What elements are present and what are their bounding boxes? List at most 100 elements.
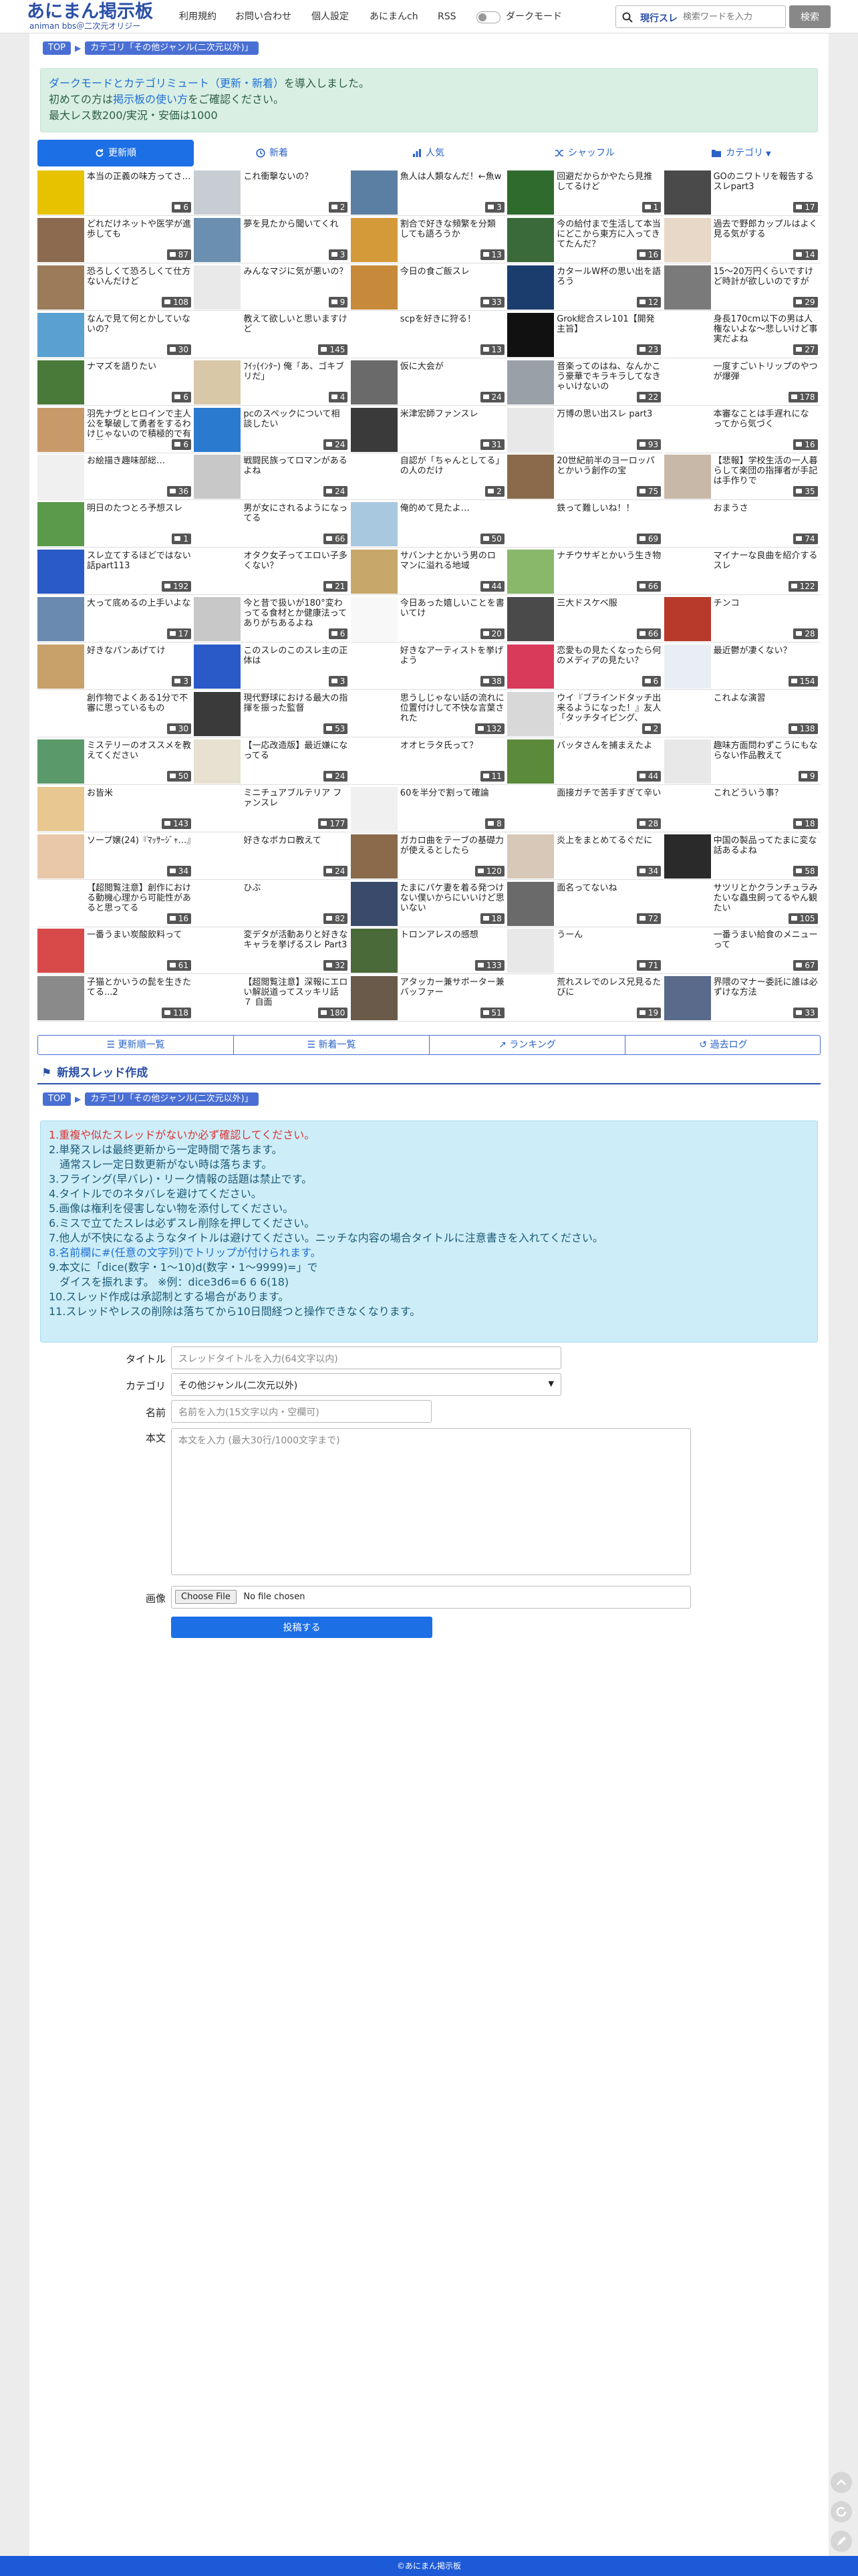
breadcrumb-category-2[interactable]: カテゴリ「その他ジャンル(二次元以外)」 [85, 1092, 259, 1106]
thread-card[interactable]: pcのスペックについて相談したい 24 [194, 406, 351, 453]
thread-card[interactable]: サバンナとかいう男のロマンに溢れる地域 44 [350, 548, 507, 596]
thread-card[interactable]: 一度すごいトリップのやつが爆弾 178 [664, 358, 821, 406]
thread-thumbnail[interactable] [194, 455, 241, 499]
thread-thumbnail[interactable] [507, 645, 555, 689]
thread-title[interactable]: スレ立てするほどではない話part113 [87, 551, 191, 582]
thread-title[interactable]: 今日の食ご飯スレ [400, 267, 505, 298]
thread-thumbnail[interactable] [507, 550, 555, 594]
thread-title[interactable]: ミステリーのオススメを教えてください [87, 741, 191, 772]
thread-card[interactable]: どれだけネットや医学が進歩しても 87 [37, 216, 194, 263]
thread-thumbnail[interactable] [37, 550, 84, 594]
thread-card[interactable]: 面名ってないね 72 [507, 880, 664, 927]
thread-card[interactable]: お皆米 143 [37, 785, 194, 832]
thread-title[interactable]: 子猫とかいうの髭を生きたてる...2 [87, 977, 191, 1008]
thread-title[interactable]: 夢を見たから聞いてくれ [243, 219, 347, 250]
thread-thumbnail[interactable] [194, 502, 241, 547]
thread-title[interactable]: これどういう事？ [714, 788, 818, 819]
thread-card[interactable]: 思うしじゃない話の流れに位置付けして不快な言葉された 132 [350, 690, 507, 737]
thread-card[interactable]: マイナーな良曲を紹介するスレ 122 [664, 548, 821, 596]
thread-title[interactable]: 一番うまい給食のメニューって [714, 930, 818, 961]
thread-card[interactable]: 15〜20万円くらいですけど時計が欲しいのですが 29 [664, 263, 821, 311]
thread-card[interactable]: 自認が「ちゃんとしてる」の人のだけ 2 [350, 453, 507, 501]
thread-title[interactable]: 明日のたつとろ予想スレ [87, 503, 191, 534]
thread-card[interactable]: トロンアレスの感想 133 [350, 927, 507, 975]
thread-thumbnail[interactable] [37, 976, 84, 1021]
thread-card[interactable]: たまにパケ妻を着る発つけない僕いからにいいけど思いない 18 [350, 880, 507, 927]
thread-card[interactable]: これ衝撃ないの？ 2 [194, 169, 351, 216]
nav-animanch[interactable]: あにまんch [370, 0, 418, 33]
thread-card[interactable]: ﾌｲｯ(ｲﾝﾀｰ) 俺「あ、ゴキブリだ」 4 [194, 358, 351, 406]
thread-thumbnail[interactable] [194, 170, 241, 215]
thread-thumbnail[interactable] [37, 786, 84, 831]
thread-card[interactable]: 恐ろしくて恐ろしくて仕方ないんだけど 108 [37, 263, 194, 311]
thread-card[interactable]: 鉄って難しいね！！ 69 [507, 501, 664, 548]
thread-card[interactable]: オオヒラタ氏って？ 11 [350, 737, 507, 785]
thread-card[interactable]: 荒れスレでのレス兄見るたびに 19 [507, 975, 664, 1022]
thread-title[interactable]: 男が女にされるようになってる [243, 503, 347, 534]
thread-card[interactable]: 過去で野郎カップルはよく見る気がする 14 [664, 216, 821, 263]
nav-rss[interactable]: RSS [438, 0, 456, 33]
search-button[interactable]: 検索 [789, 5, 831, 28]
thread-thumbnail[interactable] [350, 976, 398, 1021]
thread-card[interactable]: 面接ガチで苦手すぎて辛い 28 [507, 785, 664, 832]
thread-title[interactable]: 趣味方面問わずこうにもならない作品教えて [714, 741, 818, 772]
thread-thumbnail[interactable] [664, 265, 711, 310]
thread-title[interactable]: 身長170cm以下の男は人権ないよな〜悲しいけど事実だよね [714, 314, 818, 345]
thread-thumbnail[interactable] [37, 312, 84, 357]
thread-title[interactable]: 回避だからかやたら見推してるけど [557, 172, 661, 203]
breadcrumb-top-2[interactable]: TOP [43, 1092, 72, 1106]
thread-thumbnail[interactable] [350, 455, 398, 499]
thread-thumbnail[interactable] [507, 881, 555, 926]
thread-card[interactable]: カタールW杯の思い出を語ろう 12 [507, 263, 664, 311]
logo-title[interactable]: あにまん掲示板 [27, 2, 174, 22]
thread-title[interactable]: ﾌｲｯ(ｲﾝﾀｰ) 俺「あ、ゴキブリだ」 [243, 362, 347, 392]
thread-card[interactable]: 今と昔で扱いが180°変わってる食材とか健康法ってありがちあるよね 6 [194, 596, 351, 643]
thread-thumbnail[interactable] [194, 834, 241, 879]
title-input[interactable]: スレッドタイトルを入力(64文字以内) [171, 1346, 561, 1369]
thread-title[interactable]: 大って底めるの上手いよな [87, 598, 191, 629]
thread-title[interactable]: 米津宏師ファンスレ [400, 409, 505, 440]
thread-title[interactable]: たまにパケ妻を着る発つけない僕いからにいいけど思いない [400, 883, 505, 914]
thread-title[interactable]: チンコ [714, 598, 818, 629]
thread-title[interactable]: 鉄って難しいね！！ [557, 503, 661, 534]
thread-title[interactable]: 20世紀前半のヨーロッパとかいう創作の宝 [557, 456, 661, 487]
thread-thumbnail[interactable] [664, 550, 711, 594]
thread-title[interactable]: 好きなパンあげてけ [87, 646, 191, 677]
thread-title[interactable]: ひぶ [243, 883, 347, 914]
thread-thumbnail[interactable] [350, 739, 398, 784]
thread-title[interactable]: 好きなアーティストを挙げよう [400, 646, 505, 677]
thread-card[interactable]: チンコ 28 [664, 596, 821, 643]
thread-thumbnail[interactable] [37, 739, 84, 784]
thread-title[interactable]: 一番うまい炭酸飲料って [87, 930, 191, 961]
thread-title[interactable]: 中国の製品ってたまに変な話あるよね [714, 836, 818, 866]
thread-thumbnail[interactable] [350, 929, 398, 973]
thread-card[interactable]: お絵描き趣味部総… 36 [37, 453, 194, 501]
thread-title[interactable]: これ衝撃ないの？ [243, 172, 347, 203]
thread-thumbnail[interactable] [664, 597, 711, 642]
thread-thumbnail[interactable] [194, 597, 241, 642]
thread-thumbnail[interactable] [507, 597, 555, 642]
thread-title[interactable]: 60を半分で割って確論 [400, 788, 505, 819]
thread-card[interactable]: スレ立てするほどではない話part113 192 [37, 548, 194, 596]
thread-thumbnail[interactable] [507, 739, 555, 784]
thread-card[interactable]: 好きなパンあげてけ 3 [37, 643, 194, 690]
thread-thumbnail[interactable] [37, 881, 84, 926]
nav-terms[interactable]: 利用規約 [179, 0, 217, 33]
thread-thumbnail[interactable] [664, 881, 711, 926]
thread-title[interactable]: 過去で野郎カップルはよく見る気がする [714, 219, 818, 250]
thread-card[interactable]: 今の給付まで生活して本当にどこから東方に入ってきてたんだ？ 16 [507, 216, 664, 263]
thread-thumbnail[interactable] [664, 929, 711, 973]
thread-card[interactable]: 回避だからかやたら見推してるけど 1 [507, 169, 664, 216]
thread-card[interactable]: 【超閲覧注意】創作における動機心理から可能性があると思ってる 16 [37, 880, 194, 927]
thread-title[interactable]: ナマズを語りたい [87, 362, 191, 392]
thread-title[interactable]: GOのニワトリを報告するスレpart3 [714, 172, 818, 203]
thread-thumbnail[interactable] [507, 170, 555, 215]
thread-title[interactable]: 恋愛もの見たくなったら何のメディアの見たい？ [557, 646, 661, 677]
thread-card[interactable]: ガカロ曲をテーブの基礎力が使えるとしたら 120 [350, 832, 507, 880]
thread-title[interactable]: 最近鬱が凄くない？ [714, 646, 818, 677]
thread-thumbnail[interactable] [194, 265, 241, 310]
nav-contact[interactable]: お問い合わせ [235, 0, 291, 33]
thread-card[interactable]: 本審なことは手遅れになってから気づく 16 [664, 406, 821, 453]
thread-thumbnail[interactable] [350, 502, 398, 547]
submit-button[interactable]: 投稿する [171, 1617, 432, 1638]
